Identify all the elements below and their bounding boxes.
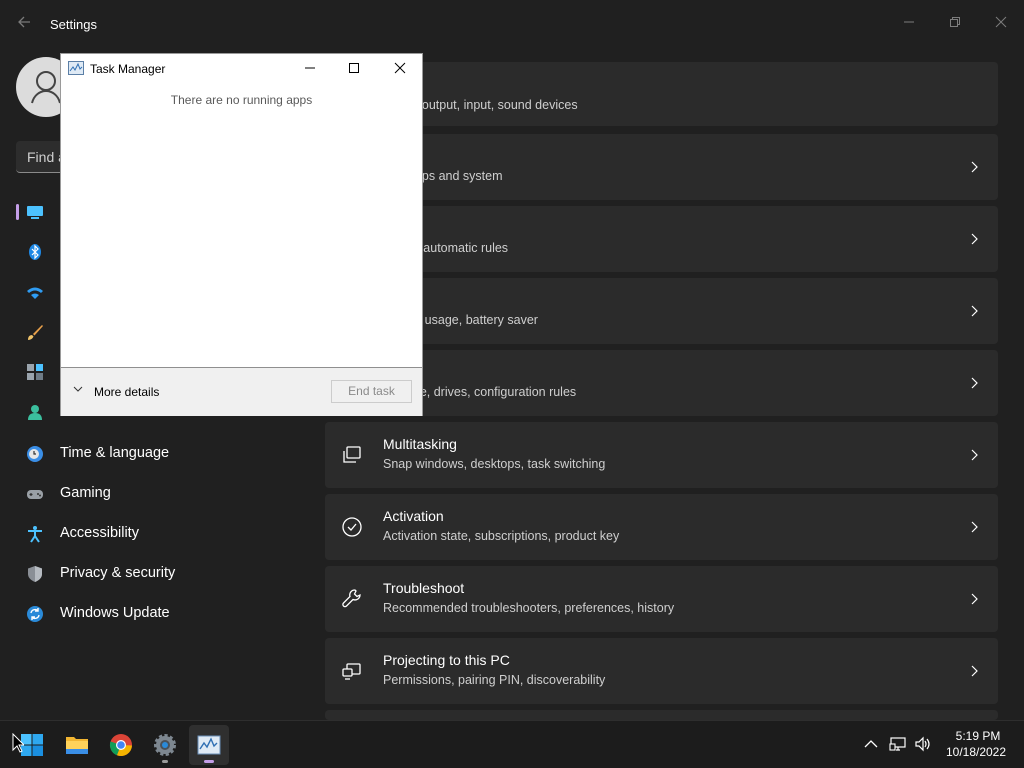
sidebar-item-gaming[interactable]: Gaming [16, 476, 306, 512]
chevron-down-icon[interactable] [73, 386, 83, 393]
minimize-button[interactable] [886, 8, 932, 38]
windows-update-icon [26, 605, 44, 623]
tm-minimize-button[interactable] [287, 54, 333, 82]
volume-icon[interactable] [914, 735, 932, 753]
settings-taskbar-button[interactable] [145, 725, 185, 765]
settings-title: Settings [50, 17, 97, 32]
card-title: Projecting to this PC [383, 652, 510, 668]
card-power[interactable]: battery usage, battery saver [325, 278, 998, 344]
sidebar-item-label: Time & language [60, 445, 170, 461]
more-details-link[interactable]: More details [94, 385, 159, 399]
accounts-icon [26, 403, 44, 421]
shield-icon [26, 565, 44, 583]
time-language-icon [26, 445, 44, 463]
chrome-button[interactable] [101, 725, 141, 765]
sidebar-item-windows-update[interactable]: Windows Update [16, 596, 306, 632]
card-title: Troubleshoot [383, 580, 465, 596]
chevron-right-icon [971, 233, 978, 245]
task-manager-window: Task Manager There are no running apps M… [60, 53, 423, 416]
task-manager-icon [68, 61, 84, 75]
multitasking-icon [343, 446, 361, 463]
sidebar-item-privacy[interactable]: Privacy & security [16, 556, 306, 592]
card-projecting[interactable]: Projecting to this PC Permissions, pairi… [325, 638, 998, 704]
settings-titlebar: Settings [0, 0, 1024, 48]
chevron-right-icon [971, 305, 978, 317]
card-subtitle: Recommended troubleshooters, preferences… [383, 601, 675, 615]
task-manager-taskbar-icon [197, 735, 221, 755]
sidebar-item-time-language[interactable]: Time & language [16, 436, 306, 472]
card-sound[interactable]: levels, output, input, sound devices [325, 62, 998, 126]
chevron-right-icon [971, 593, 978, 605]
task-manager-taskbar-button[interactable] [189, 725, 229, 765]
back-arrow-icon[interactable] [14, 14, 34, 34]
card-notifications[interactable]: ations rom apps and system [325, 134, 998, 200]
sidebar-item-accessibility[interactable]: Accessibility [16, 516, 306, 552]
chevron-right-icon [971, 665, 978, 677]
sidebar-item-label: Accessibility [60, 525, 139, 541]
wifi-icon [26, 283, 44, 301]
chevron-right-icon [971, 449, 978, 461]
chrome-icon [109, 734, 132, 757]
system-icon [26, 203, 44, 221]
activation-check-icon [342, 517, 362, 537]
chevron-right-icon [971, 161, 978, 173]
chevron-right-icon [971, 377, 978, 389]
card-title: Multitasking [383, 436, 457, 452]
sidebar-item-label: Windows Update [60, 605, 170, 621]
card-activation[interactable]: Activation Activation state, subscriptio… [325, 494, 998, 560]
no-apps-message: There are no running apps [170, 93, 313, 107]
running-indicator [162, 760, 168, 763]
sidebar-item-label: Privacy & security [60, 565, 176, 581]
restore-button[interactable] [932, 8, 978, 38]
apps-icon [26, 363, 44, 381]
projecting-icon [342, 663, 361, 680]
bluetooth-icon [26, 243, 44, 261]
tm-maximize-button[interactable] [331, 54, 377, 82]
card-subtitle: Snap windows, desktops, task switching [383, 457, 606, 471]
accessibility-icon [26, 525, 44, 543]
card-partial [325, 710, 998, 720]
chevron-right-icon [971, 521, 978, 533]
task-manager-title: Task Manager [90, 62, 166, 76]
active-indicator [204, 760, 214, 763]
file-explorer-button[interactable] [57, 725, 97, 765]
task-manager-footer: More details End task [61, 367, 422, 416]
card-focus-assist[interactable]: assist ations, automatic rules [325, 206, 998, 272]
card-storage[interactable]: e e space, drives, configuration rules [325, 350, 998, 416]
clock-date[interactable]: 10/18/2022 [940, 745, 1012, 759]
settings-gear-icon [154, 734, 176, 756]
file-explorer-icon [66, 737, 88, 754]
clock-time[interactable]: 5:19 PM [946, 729, 1010, 743]
personalization-brush-icon [26, 323, 44, 341]
sidebar-item-label: Gaming [60, 485, 111, 501]
card-title: Activation [383, 508, 444, 524]
card-subtitle: Activation state, subscriptions, product… [383, 529, 620, 543]
card-troubleshoot[interactable]: Troubleshoot Recommended troubleshooters… [325, 566, 998, 632]
chevron-up-icon[interactable] [862, 735, 880, 753]
gaming-icon [26, 485, 44, 503]
close-button[interactable] [978, 8, 1024, 38]
wrench-icon [342, 589, 361, 608]
card-subtitle: Permissions, pairing PIN, discoverabilit… [383, 673, 606, 687]
end-task-button[interactable]: End task [331, 380, 412, 403]
card-multitasking[interactable]: Multitasking Snap windows, desktops, tas… [325, 422, 998, 488]
tm-close-button[interactable] [377, 54, 423, 82]
mouse-cursor-icon [12, 733, 24, 753]
network-icon[interactable] [889, 735, 907, 753]
